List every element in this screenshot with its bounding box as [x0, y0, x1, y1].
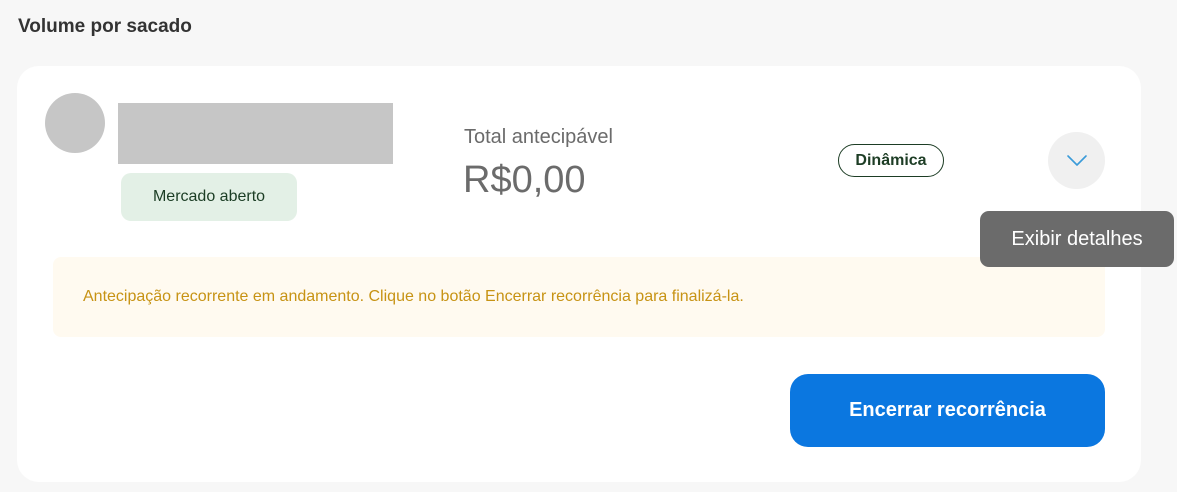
type-badge: Dinâmica [838, 144, 944, 177]
market-status-badge: Mercado aberto [121, 173, 297, 221]
total-value: R$0,00 [463, 159, 586, 201]
end-recurrence-button[interactable]: Encerrar recorrência [790, 374, 1105, 447]
payer-card: Mercado aberto Total antecipável R$0,00 … [17, 66, 1141, 482]
page: Volume por sacado Mercado aberto Total a… [0, 0, 1177, 492]
payer-name-placeholder [118, 103, 393, 164]
notice-text: Antecipação recorrente em andamento. Cli… [83, 288, 744, 305]
section-title: Volume por sacado [18, 16, 192, 37]
total-label: Total antecipável [464, 126, 613, 148]
chevron-down-icon [1066, 154, 1087, 166]
recurrence-notice: Antecipação recorrente em andamento. Cli… [53, 257, 1105, 337]
details-tooltip: Exibir detalhes [980, 211, 1174, 267]
expand-details-button[interactable] [1048, 132, 1105, 189]
avatar [45, 93, 105, 153]
